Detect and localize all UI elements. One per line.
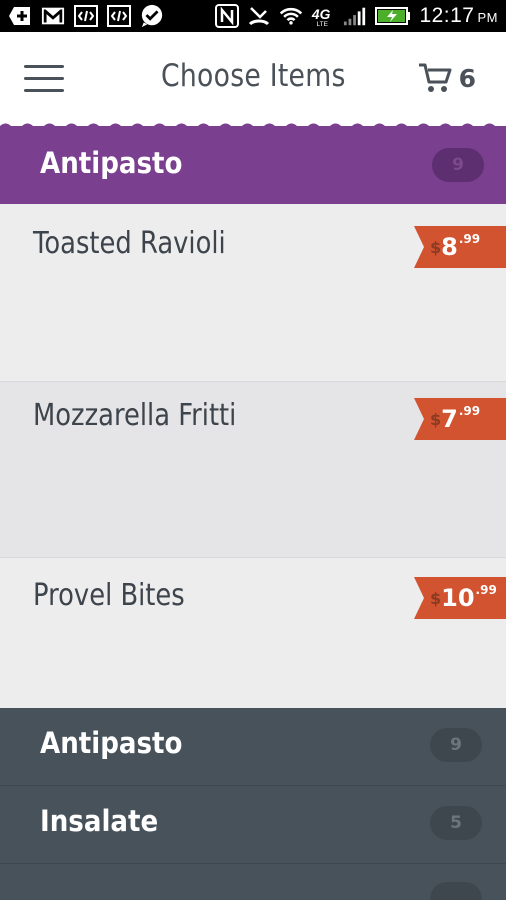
- menu-item[interactable]: Provel Bites $10.99: [0, 558, 506, 708]
- code-icon: [74, 5, 98, 27]
- code-icon-2: [107, 5, 131, 27]
- category-count-badge: [430, 882, 482, 900]
- cart-icon: [418, 63, 452, 92]
- price-tag: $10.99: [414, 577, 506, 619]
- category-count-badge: 5: [430, 806, 482, 840]
- category-header-active[interactable]: Antipasto 9: [0, 126, 506, 204]
- hamburger-icon[interactable]: [24, 65, 66, 95]
- price-tag: $8.99: [414, 226, 506, 268]
- price-tag: $7.99: [414, 398, 506, 440]
- category-count-badge: 9: [430, 728, 482, 762]
- cart-count: 6: [458, 63, 476, 93]
- category-row-antipasto[interactable]: Antipasto 9: [0, 708, 506, 786]
- network-4g-icon: 4G LTE: [311, 5, 335, 28]
- nfc-icon: [215, 4, 240, 28]
- category-count-badge: 9: [432, 148, 484, 182]
- missed-call-icon: [247, 5, 271, 27]
- category-row-partial[interactable]: [0, 864, 506, 900]
- notification-icons: [0, 4, 164, 28]
- item-name: Provel Bites: [33, 578, 185, 613]
- category-row-insalate[interactable]: Insalate 5: [0, 786, 506, 864]
- item-name: Mozzarella Fritti: [33, 398, 237, 433]
- plus-icon: [8, 5, 32, 27]
- clock: 12:17 PM: [419, 4, 498, 27]
- menu-item[interactable]: Mozzarella Fritti $7.99: [0, 382, 506, 558]
- menu-item[interactable]: Toasted Ravioli $8.99: [0, 204, 506, 382]
- app-bar: Choose Items 6: [0, 32, 506, 126]
- status-bar: 4G LTE 12:17 PM: [0, 0, 506, 32]
- wifi-icon: [279, 5, 303, 27]
- gmail-icon: [41, 5, 65, 27]
- battery-charging-icon: [375, 5, 411, 27]
- signal-icon: [343, 5, 367, 27]
- item-name: Toasted Ravioli: [33, 226, 226, 261]
- check-bubble-icon: [140, 4, 164, 28]
- category-title: Antipasto: [40, 146, 183, 180]
- cart-button[interactable]: 6: [417, 60, 476, 96]
- svg-text:4G: 4G: [311, 6, 331, 22]
- svg-text:LTE: LTE: [317, 21, 329, 28]
- system-icons: 4G LTE 12:17 PM: [215, 0, 498, 32]
- category-title: Insalate: [40, 804, 159, 838]
- category-list: Antipasto 9 Insalate 5: [0, 708, 506, 900]
- category-title: Antipasto: [40, 726, 183, 760]
